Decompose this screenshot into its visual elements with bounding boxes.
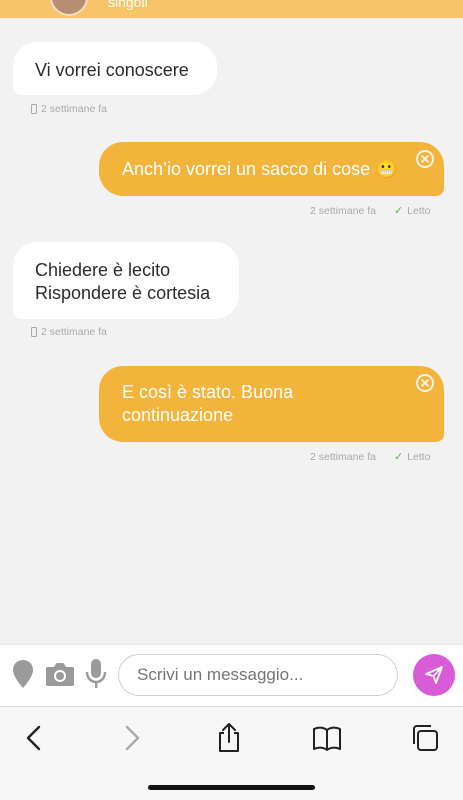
message-text: E così è stato. Buona continuazione: [122, 382, 294, 425]
message-text: Vi vorrei conoscere: [35, 60, 189, 80]
message-time: 2 settimane fa: [310, 204, 376, 217]
tabs-icon[interactable]: [410, 723, 440, 753]
send-button[interactable]: [413, 654, 455, 696]
microphone-icon[interactable]: [85, 658, 107, 690]
message-list[interactable]: Vi vorrei conoscere 2 settimane fa Anch’…: [0, 18, 463, 644]
message-bubble-outgoing[interactable]: Anch’io vorrei un sacco di cose 😬: [99, 142, 444, 196]
forward-icon[interactable]: [116, 723, 146, 753]
home-indicator: [148, 785, 315, 790]
message-text: Chiedere è lecito Rispondere è cortesia: [35, 260, 211, 303]
phone-icon: [31, 104, 37, 114]
back-icon[interactable]: [20, 723, 50, 753]
message-bubble-incoming[interactable]: Chiedere è lecito Rispondere è cortesia: [13, 242, 239, 319]
header-subtitle: singoli: [108, 0, 148, 10]
read-check-icon: ✓: [393, 451, 404, 463]
delete-icon[interactable]: [416, 374, 434, 392]
message-time: 2 settimane fa: [41, 103, 107, 115]
delete-icon[interactable]: [416, 150, 434, 168]
message-meta: 2 settimane fa: [31, 103, 107, 115]
message-status: Letto: [407, 450, 431, 463]
message-input[interactable]: [118, 654, 398, 696]
send-icon: [425, 666, 443, 684]
message-time: 2 settimane fa: [41, 326, 107, 338]
message-composer: [0, 644, 463, 706]
message-bubble-incoming[interactable]: Vi vorrei conoscere: [13, 42, 217, 95]
bookmarks-icon[interactable]: [312, 723, 342, 753]
message-meta: 2 settimane fa ✓ Letto: [310, 204, 431, 218]
chat-header: singoli: [0, 0, 463, 18]
message-text: Anch’io vorrei un sacco di cose 😬: [122, 159, 398, 179]
phone-icon: [31, 327, 37, 337]
read-check-icon: ✓: [393, 205, 404, 217]
camera-icon[interactable]: [45, 661, 75, 687]
message-meta: 2 settimane fa: [31, 326, 107, 338]
message-time: 2 settimane fa: [310, 450, 376, 463]
message-bubble-outgoing[interactable]: E così è stato. Buona continuazione: [99, 366, 444, 442]
share-icon[interactable]: [214, 723, 244, 753]
message-status: Letto: [407, 204, 431, 217]
avatar[interactable]: [50, 0, 88, 16]
message-meta: 2 settimane fa ✓ Letto: [310, 450, 431, 464]
location-pin-icon[interactable]: [12, 659, 34, 689]
